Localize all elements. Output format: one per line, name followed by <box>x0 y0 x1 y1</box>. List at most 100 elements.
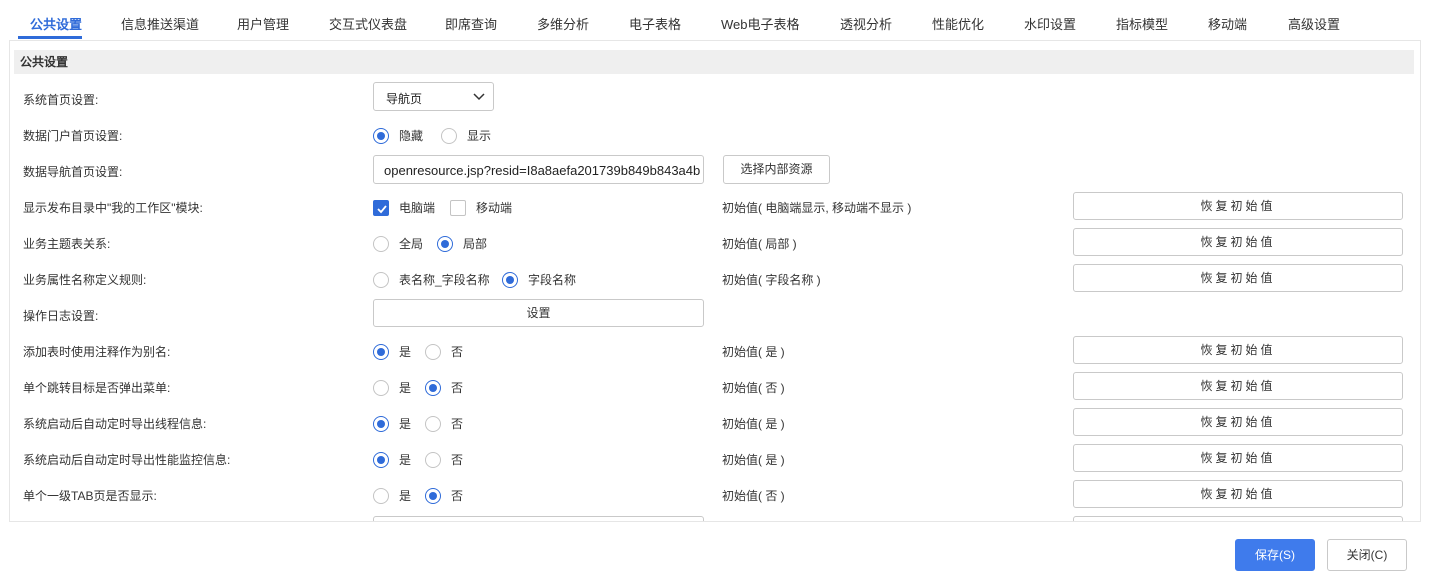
option-label: 字段名称 <box>528 273 577 287</box>
chevron-down-icon <box>473 93 485 101</box>
tab-mobile[interactable]: 移动端 <box>1208 14 1247 33</box>
option-label: 否 <box>451 345 464 359</box>
nav-home-label: 数据导航首页设置: <box>23 165 123 179</box>
comment-alias-label: 添加表时使用注释作为别名: <box>23 345 171 359</box>
topic-relation-option-local[interactable]: 局部 <box>437 235 487 252</box>
export-threads-label: 系统启动后自动定时导出线程信息: <box>23 417 207 431</box>
attr-naming-option-table-field[interactable]: 表名称_字段名称 <box>373 271 490 288</box>
topic-relation-label: 业务主题表关系: <box>23 237 111 251</box>
option-label: 是 <box>399 381 412 395</box>
radio-selected-icon[interactable] <box>373 415 389 432</box>
restore-default-button[interactable]: 恢复初始值 <box>1073 372 1403 400</box>
tab-performance[interactable]: 性能优化 <box>932 14 984 33</box>
option-label: 全局 <box>399 237 424 251</box>
tab-watermark[interactable]: 水印设置 <box>1024 14 1076 33</box>
jump-menu-initial-value: 初始值( 否 ) <box>722 381 785 395</box>
tab-user-management[interactable]: 用户管理 <box>237 14 289 33</box>
comment-alias-initial-value: 初始值( 是 ) <box>722 345 785 359</box>
tab-public-settings[interactable]: 公共设置 <box>30 14 82 33</box>
jump-menu-option-yes[interactable]: 是 <box>373 379 411 396</box>
tab-spreadsheet[interactable]: 电子表格 <box>629 14 681 33</box>
comment-alias-option-yes[interactable]: 是 <box>373 343 411 360</box>
portal-home-label: 数据门户首页设置: <box>23 129 123 143</box>
restore-default-button[interactable]: 恢复初始值 <box>1073 264 1403 292</box>
export-perf-label: 系统启动后自动定时导出性能监控信息: <box>23 453 231 467</box>
select-internal-resource-button[interactable]: 选择内部资源 <box>723 155 830 184</box>
tab-metric-model[interactable]: 指标模型 <box>1116 14 1168 33</box>
settings-tabbar: 公共设置 信息推送渠道 用户管理 交互式仪表盘 即席查询 多维分析 电子表格 W… <box>0 0 1430 40</box>
partial-row-restore-button[interactable] <box>1073 516 1403 521</box>
tab-web-spreadsheet[interactable]: Web电子表格 <box>721 14 800 33</box>
option-label: 是 <box>399 453 412 467</box>
jump-menu-label: 单个跳转目标是否弹出菜单: <box>23 381 171 395</box>
export-threads-option-yes[interactable]: 是 <box>373 415 411 432</box>
home-page-select[interactable]: 导航页 <box>373 82 494 111</box>
radio-unselected-icon[interactable] <box>373 379 389 396</box>
save-button[interactable]: 保存(S) <box>1235 539 1315 571</box>
op-log-settings-button[interactable]: 设置 <box>373 299 704 327</box>
option-label: 电脑端 <box>399 201 436 215</box>
single-tab-initial-value: 初始值( 否 ) <box>722 489 785 503</box>
single-tab-option-no[interactable]: 否 <box>425 487 463 504</box>
option-label: 否 <box>451 489 464 503</box>
tab-pivot-analysis[interactable]: 透视分析 <box>840 14 892 33</box>
radio-unselected-icon[interactable] <box>425 451 441 468</box>
tab-message-push[interactable]: 信息推送渠道 <box>121 14 199 33</box>
tab-adhoc-query[interactable]: 即席查询 <box>445 14 497 33</box>
radio-unselected-icon[interactable] <box>441 127 457 144</box>
checkbox-checked-icon[interactable] <box>373 199 389 216</box>
tab-interactive-dashboard[interactable]: 交互式仪表盘 <box>329 14 407 33</box>
tab-olap[interactable]: 多维分析 <box>537 14 589 33</box>
export-threads-initial-value: 初始值( 是 ) <box>722 417 785 431</box>
active-tab-indicator <box>18 36 82 39</box>
radio-selected-icon[interactable] <box>425 487 441 504</box>
option-label: 否 <box>451 453 464 467</box>
workspace-option-mobile[interactable]: 移动端 <box>450 199 512 216</box>
radio-selected-icon[interactable] <box>373 451 389 468</box>
workspace-initial-value: 初始值( 电脑端显示, 移动端不显示 ) <box>722 201 912 215</box>
home-page-label: 系统首页设置: <box>23 93 99 107</box>
radio-unselected-icon[interactable] <box>425 343 441 360</box>
partial-row-field[interactable] <box>373 516 704 521</box>
workspace-module-label: 显示发布目录中"我的工作区"模块: <box>23 201 203 215</box>
attr-naming-option-field[interactable]: 字段名称 <box>502 271 576 288</box>
radio-selected-icon[interactable] <box>502 271 518 288</box>
restore-default-button[interactable]: 恢复初始值 <box>1073 336 1403 364</box>
option-label: 是 <box>399 345 412 359</box>
restore-default-button[interactable]: 恢复初始值 <box>1073 408 1403 436</box>
export-perf-option-yes[interactable]: 是 <box>373 451 411 468</box>
radio-selected-icon[interactable] <box>373 343 389 360</box>
restore-default-button[interactable]: 恢复初始值 <box>1073 228 1403 256</box>
portal-home-option-hide[interactable]: 隐藏 <box>373 127 423 144</box>
comment-alias-option-no[interactable]: 否 <box>425 343 463 360</box>
radio-unselected-icon[interactable] <box>373 487 389 504</box>
workspace-option-pc[interactable]: 电脑端 <box>373 199 435 216</box>
section-title: 公共设置 <box>14 50 1414 74</box>
portal-home-option-show[interactable]: 显示 <box>441 127 491 144</box>
close-button[interactable]: 关闭(C) <box>1327 539 1407 571</box>
export-threads-option-no[interactable]: 否 <box>425 415 463 432</box>
single-tab-option-yes[interactable]: 是 <box>373 487 411 504</box>
radio-selected-icon[interactable] <box>437 235 453 252</box>
topic-relation-option-global[interactable]: 全局 <box>373 235 423 252</box>
radio-unselected-icon[interactable] <box>373 235 389 252</box>
option-label: 隐藏 <box>399 129 424 143</box>
export-perf-initial-value: 初始值( 是 ) <box>722 453 785 467</box>
attr-naming-initial-value: 初始值( 字段名称 ) <box>722 273 821 287</box>
radio-selected-icon[interactable] <box>425 379 441 396</box>
tab-advanced[interactable]: 高级设置 <box>1288 14 1340 33</box>
checkbox-unchecked-icon[interactable] <box>450 199 466 216</box>
nav-home-input[interactable]: openresource.jsp?resid=I8a8aefa201739b84… <box>373 155 704 184</box>
option-label: 移动端 <box>476 201 513 215</box>
radio-selected-icon[interactable] <box>373 127 389 144</box>
jump-menu-option-no[interactable]: 否 <box>425 379 463 396</box>
export-perf-option-no[interactable]: 否 <box>425 451 463 468</box>
option-label: 是 <box>399 417 412 431</box>
radio-unselected-icon[interactable] <box>373 271 389 288</box>
restore-default-button[interactable]: 恢复初始值 <box>1073 444 1403 472</box>
radio-unselected-icon[interactable] <box>425 415 441 432</box>
restore-default-button[interactable]: 恢复初始值 <box>1073 480 1403 508</box>
restore-default-button[interactable]: 恢复初始值 <box>1073 192 1403 220</box>
nav-home-value: openresource.jsp?resid=I8a8aefa201739b84… <box>384 163 701 178</box>
op-log-label: 操作日志设置: <box>23 309 99 323</box>
